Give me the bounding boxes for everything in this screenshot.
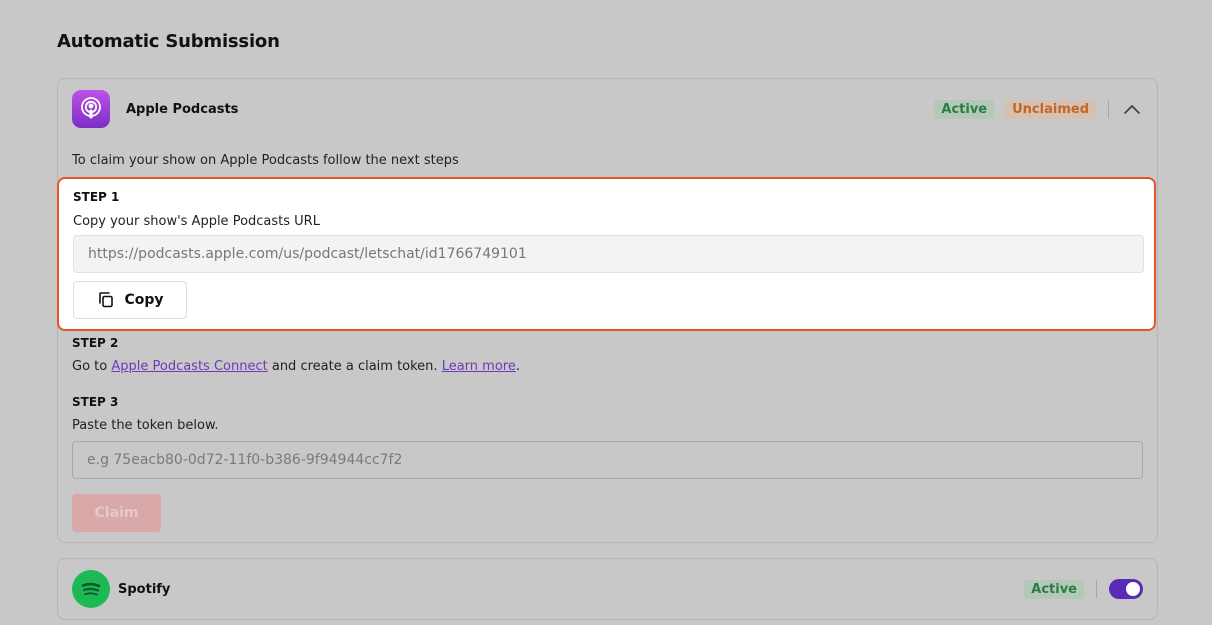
spotify-status-badge-active: Active <box>1024 579 1084 599</box>
spotify-toggle[interactable] <box>1109 579 1143 599</box>
podcast-icon <box>72 90 110 128</box>
apple-podcasts-header[interactable]: Apple Podcasts Active Unclaimed <box>72 89 1143 129</box>
apple-podcasts-connect-link[interactable]: Apple Podcasts Connect <box>111 359 267 374</box>
step1-label: STEP 1 <box>73 190 120 204</box>
step3-description: Paste the token below. <box>72 418 219 433</box>
spotify-header-divider <box>1096 580 1097 598</box>
step2-label: STEP 2 <box>72 336 119 350</box>
collapse-button[interactable] <box>1121 98 1143 120</box>
header-divider <box>1108 100 1109 118</box>
spotify-card: Spotify Active <box>57 558 1158 620</box>
copy-icon <box>99 292 114 308</box>
status-badge-active: Active <box>934 99 995 119</box>
status-badge-unclaimed: Unclaimed <box>1005 99 1096 119</box>
spotify-name: Spotify <box>118 581 171 597</box>
podcast-url-field[interactable]: https://podcasts.apple.com/us/podcast/le… <box>73 235 1144 273</box>
spotify-header[interactable]: Spotify Active <box>72 569 1143 609</box>
chevron-up-icon <box>1124 105 1140 114</box>
page-title: Automatic Submission <box>57 31 280 52</box>
claim-token-input[interactable]: e.g 75eacb80-0d72-11f0-b386-9f94944cc7f2 <box>72 441 1143 479</box>
copy-button[interactable]: Copy <box>73 281 187 319</box>
step1-description: Copy your show's Apple Podcasts URL <box>73 214 320 229</box>
step2-prefix: Go to <box>72 359 112 374</box>
step2-suffix: . <box>515 359 520 374</box>
step1-highlight-box: STEP 1 Copy your show's Apple Podcasts U… <box>57 177 1156 331</box>
spotify-icon <box>72 570 110 608</box>
copy-button-label: Copy <box>124 292 164 308</box>
claim-intro-text: To claim your show on Apple Podcasts fol… <box>72 153 459 168</box>
step2-description: Go to Apple Podcasts Connect and create … <box>72 359 520 374</box>
apple-podcasts-name: Apple Podcasts <box>126 101 239 117</box>
claim-button[interactable]: Claim <box>72 494 161 532</box>
step3-label: STEP 3 <box>72 395 119 409</box>
learn-more-link[interactable]: Learn more <box>442 359 516 374</box>
step2-middle: and create a claim token. <box>267 359 442 374</box>
